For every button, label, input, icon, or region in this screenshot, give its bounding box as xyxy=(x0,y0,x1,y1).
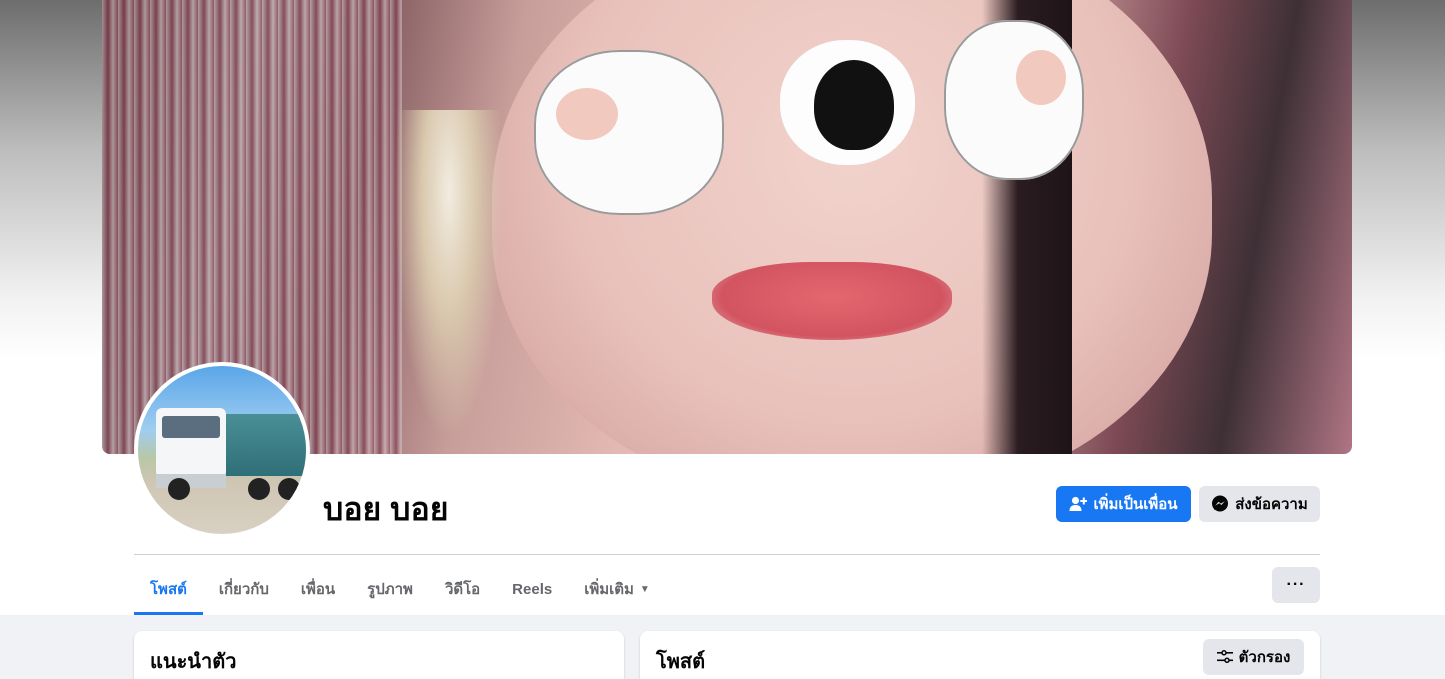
messenger-icon xyxy=(1212,495,1229,512)
tab-label: เกี่ยวกับ xyxy=(218,581,269,598)
avatar-truck-wheel xyxy=(248,478,270,500)
cover-earring xyxy=(394,110,504,440)
tab-label: เพื่อน xyxy=(300,581,336,598)
more-options-button[interactable]: ··· xyxy=(1272,567,1320,603)
header-divider xyxy=(134,554,1320,555)
add-friend-label: เพิ่มเป็นเพื่อน xyxy=(1093,496,1178,513)
cover-lips xyxy=(712,262,952,340)
tab-label: เพิ่มเติม xyxy=(584,581,634,598)
filter-label: ตัวกรอง xyxy=(1238,649,1291,666)
avatar-truck-wheel xyxy=(278,478,300,500)
nose-sticker-dark xyxy=(814,60,894,150)
message-button[interactable]: ส่งข้อความ xyxy=(1199,486,1320,522)
tab-about[interactable]: เกี่ยวกับ xyxy=(203,563,285,615)
tab-posts[interactable]: โพสต์ xyxy=(134,563,203,615)
posts-title: โพสต์ xyxy=(656,651,706,673)
more-dots-icon: ··· xyxy=(1286,576,1306,593)
cover-photo[interactable] xyxy=(102,0,1352,454)
message-label: ส่งข้อความ xyxy=(1235,496,1308,513)
tab-label: โพสต์ xyxy=(150,581,187,598)
intro-title: แนะนำตัว xyxy=(150,651,237,673)
bear-sticker-right xyxy=(944,20,1084,180)
tab-more[interactable]: เพิ่มเติม ▼ xyxy=(568,563,666,615)
tab-label: Reels xyxy=(512,580,553,598)
sliders-icon xyxy=(1216,650,1233,664)
person-plus-icon xyxy=(1069,496,1088,511)
caret-down-icon: ▼ xyxy=(639,583,650,595)
filter-button[interactable]: ตัวกรอง xyxy=(1203,639,1304,675)
avatar-truck-window xyxy=(162,416,220,438)
tab-friends[interactable]: เพื่อน xyxy=(285,563,351,615)
tab-photos[interactable]: รูปภาพ xyxy=(351,563,429,615)
bear-sticker-left xyxy=(534,50,724,215)
tab-label: รูปภาพ xyxy=(367,581,413,598)
avatar-truck-wheel xyxy=(168,478,190,500)
add-friend-button[interactable]: เพิ่มเป็นเพื่อน xyxy=(1056,486,1191,522)
avatar-truck-trailer xyxy=(226,414,306,476)
tab-label: วิดีโอ xyxy=(444,581,481,598)
profile-name: บอย บอย xyxy=(323,491,449,527)
profile-avatar[interactable] xyxy=(134,362,310,538)
intro-card: แนะนำตัว xyxy=(134,631,624,679)
tab-videos[interactable]: วิดีโอ xyxy=(429,563,496,615)
posts-card: โพสต์ ตัวกรอง xyxy=(640,631,1320,679)
tab-reels[interactable]: Reels xyxy=(496,563,568,615)
profile-tabs: โพสต์ เกี่ยวกับ เพื่อน รูปภาพ วิดีโอ Ree… xyxy=(134,563,666,615)
